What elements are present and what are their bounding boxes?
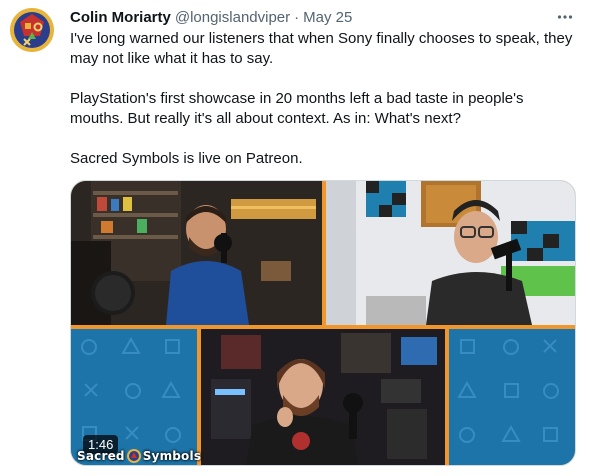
brand-text-left: Sacred xyxy=(77,449,125,463)
more-options-button[interactable] xyxy=(554,6,576,28)
separator-dot: · xyxy=(294,9,300,26)
brand-text-right: Symbols xyxy=(142,449,202,463)
video-tile-host-3 xyxy=(201,329,445,465)
video-tile-host-2 xyxy=(326,181,575,325)
tweet-header: Colin Moriarty @longislandviper · May 25 xyxy=(70,8,576,28)
podcast-logo-avatar xyxy=(10,8,54,52)
video-player[interactable]: 1:46 Sacred Symbols xyxy=(70,180,576,466)
video-tile-host-1 xyxy=(71,181,322,325)
sacred-symbols-watermark: Sacred Symbols xyxy=(77,449,201,463)
author-handle[interactable]: @longislandviper xyxy=(175,8,290,28)
tweet-paragraph: I've long warned our listeners that when… xyxy=(70,30,573,67)
tweet-text: I've long warned our listeners that when… xyxy=(70,29,575,169)
tweet-paragraph: PlayStation's first showcase in 20 month… xyxy=(70,90,524,127)
tweet-paragraph: Sacred Symbols is live on Patreon. xyxy=(70,150,303,167)
post-date[interactable]: May 25 xyxy=(303,8,352,28)
sacred-symbols-logo-icon xyxy=(126,449,141,463)
avatar[interactable] xyxy=(10,8,54,52)
playstation-pattern-right xyxy=(449,329,575,465)
author-name[interactable]: Colin Moriarty xyxy=(70,8,171,28)
more-options-icon xyxy=(557,15,573,19)
